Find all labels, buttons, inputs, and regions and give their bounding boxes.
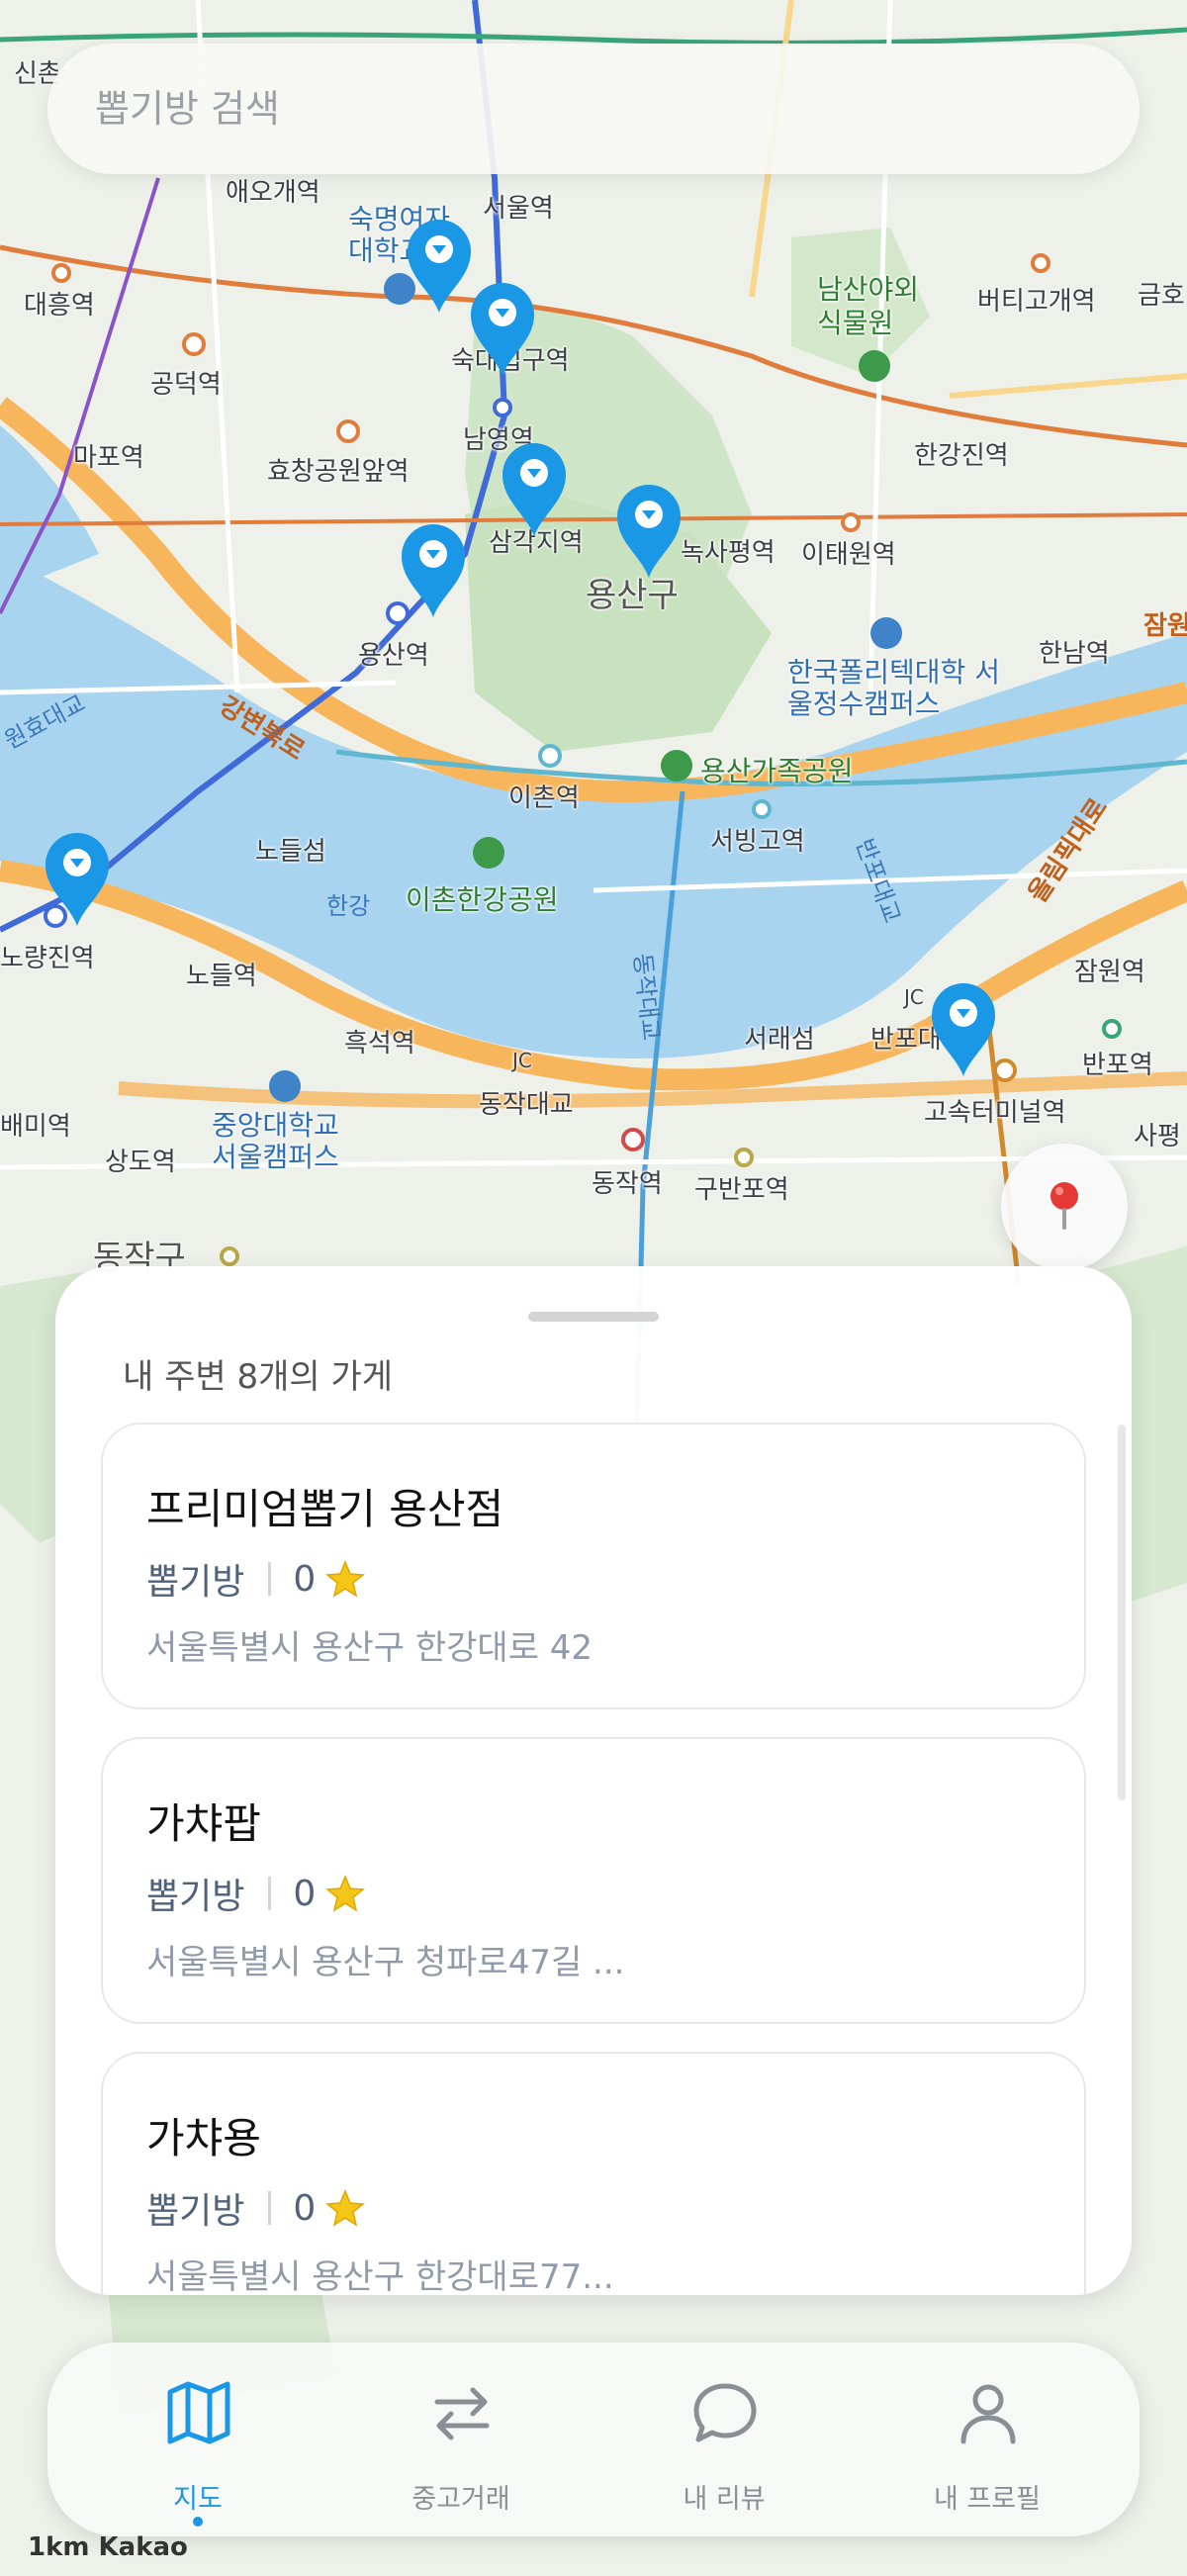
map-label-chungang: 중앙대학교 서울캠퍼스: [212, 1109, 339, 1173]
map-label-geumho: 금호: [1138, 281, 1185, 311]
map-label-beotigogae: 버티고개역: [977, 287, 1096, 317]
map-label-hangang: 한강: [326, 892, 371, 920]
nav-label-profile: 내 프로필: [934, 2484, 1041, 2515]
map-label-baemi: 배미역: [0, 1112, 71, 1142]
store-pin[interactable]: [42, 829, 113, 928]
map-label-hangangjin: 한강진역: [914, 441, 1009, 471]
star-icon: [325, 2189, 366, 2227]
store-address: 서울특별시 용산구 한강대로77...: [146, 2257, 614, 2295]
chat-bubble-icon: [693, 2383, 757, 2442]
sheet-title: 내 주변 8개의 가게: [123, 1357, 394, 1397]
map-label-express-terminal: 고속터미널역: [924, 1098, 1066, 1128]
store-address: 서울특별시 용산구 한강대로 42: [146, 1628, 594, 1668]
map-label-jamwon-top: 잠원: [1143, 611, 1187, 641]
map-label-gongdeok: 공덕역: [150, 370, 222, 400]
map-label-dongjak-bridge: 동작대교: [479, 1090, 574, 1120]
map-label-dongjak-station: 동작역: [592, 1169, 663, 1199]
sheet-drag-handle[interactable]: [528, 1312, 659, 1322]
map-label-noryangjin: 노량진역: [0, 944, 95, 973]
meta-divider: [268, 1562, 272, 1596]
map-label-sangdo: 상도역: [105, 1148, 176, 1177]
map-icon: [167, 2381, 230, 2444]
store-category: 뽑기방: [146, 2191, 245, 2232]
store-pin[interactable]: [467, 279, 538, 378]
store-card[interactable]: 가챠팝 뽑기방 0 서울특별시 용산구 청파로47길 ...: [101, 1737, 1086, 2024]
map-label-jc-1: JC: [512, 1049, 532, 1072]
store-card[interactable]: 프리미엄뽑기 용산점 뽑기방 0 서울특별시 용산구 한강대로 42: [101, 1423, 1086, 1709]
store-category: 뽑기방: [146, 1877, 245, 1917]
user-icon: [960, 2384, 1016, 2444]
bottom-navigation: 지도 중고거래 내 리뷰 내 프로필: [47, 2343, 1140, 2536]
map-label-yongsan-station: 용산역: [358, 641, 429, 671]
map-label-seoraeseom: 서래섬: [744, 1025, 815, 1055]
store-meta: 뽑기방 0: [146, 1553, 366, 1605]
map-label-namsan: 남산야외식물원: [817, 273, 920, 339]
map-label-seobinggo: 서빙고역: [710, 827, 805, 857]
store-category: 뽑기방: [146, 1562, 245, 1603]
store-card[interactable]: 가챠용 뽑기방 0 서울특별시 용산구 한강대로77...: [101, 2052, 1086, 2295]
scrollbar[interactable]: [1118, 1425, 1126, 1800]
map-label-family-park: 용산가족공원: [700, 755, 854, 787]
map-label-itaewon: 이태원역: [801, 540, 896, 570]
nav-label-trade: 중고거래: [411, 2484, 510, 2515]
exchange-icon: [434, 2387, 490, 2440]
store-list-sheet[interactable]: 내 주변 8개의 가게 프리미엄뽑기 용산점 뽑기방 0 서울특별시 용산구 한…: [55, 1266, 1132, 2295]
nav-tab-reviews[interactable]: 내 리뷰: [625, 2372, 823, 2521]
store-pin[interactable]: [499, 439, 570, 538]
map-label-seoul-station: 서울역: [483, 194, 554, 224]
map-label-ichon: 이촌역: [508, 783, 580, 813]
nav-tab-profile[interactable]: 내 프로필: [888, 2372, 1086, 2521]
store-meta: 뽑기방 0: [146, 1868, 366, 1919]
store-name: 가챠팝: [146, 1799, 261, 1848]
star-icon: [325, 1560, 366, 1598]
map-label-gubanpo: 구반포역: [694, 1175, 789, 1205]
map-label-polytech: 한국폴리텍대학 서울정수캠퍼스: [787, 656, 1000, 720]
nav-label-reviews: 내 리뷰: [683, 2484, 766, 2515]
store-name: 가챠용: [146, 2114, 261, 2162]
store-pin[interactable]: [404, 216, 475, 315]
map-label-ichon-park: 이촌한강공원: [406, 883, 559, 916]
store-pin[interactable]: [613, 481, 685, 580]
map-scale-attribution: 1km Kakao: [28, 2532, 188, 2562]
search-input[interactable]: [93, 86, 1140, 132]
map-label-nodeul: 노들역: [186, 962, 257, 991]
star-icon: [325, 1875, 366, 1912]
map-label-jamwon: 잠원역: [1074, 958, 1145, 987]
map-label-sapyeong: 사평: [1134, 1122, 1181, 1151]
nav-label-map: 지도: [173, 2484, 223, 2515]
map-label-banpo-station: 반포역: [1082, 1051, 1153, 1080]
store-rating: 0: [293, 1558, 317, 1600]
map-label-noksapyeong: 녹사평역: [681, 538, 776, 568]
nav-tab-map[interactable]: 지도: [99, 2372, 297, 2527]
map-label-heukseok: 흑석역: [344, 1029, 415, 1058]
map-label-mapo: 마포역: [73, 443, 144, 473]
map-label-aeogae: 애오개역: [226, 178, 320, 208]
store-name: 프리미엄뽑기 용산점: [146, 1485, 504, 1533]
map-label-daeheung: 대흥역: [24, 291, 95, 321]
meta-divider: [268, 1877, 272, 1910]
store-pin[interactable]: [398, 520, 469, 619]
store-rating: 0: [293, 1873, 317, 1914]
store-rating: 0: [293, 2187, 317, 2229]
map-label-jc-2: JC: [904, 985, 924, 1009]
meta-divider: [268, 2191, 272, 2225]
map-label-nodeulseom: 노들섬: [255, 837, 326, 867]
my-location-button[interactable]: [1001, 1144, 1128, 1270]
search-bar[interactable]: [47, 44, 1140, 174]
nav-tab-trade[interactable]: 중고거래: [362, 2372, 560, 2521]
active-indicator-dot: [193, 2517, 203, 2527]
store-address: 서울특별시 용산구 청파로47길 ...: [146, 1943, 625, 1982]
store-meta: 뽑기방 0: [146, 2182, 366, 2234]
location-pin-icon: [1050, 1182, 1078, 1230]
store-pin[interactable]: [928, 979, 999, 1078]
map-label-hannam: 한남역: [1039, 639, 1110, 669]
map-label-hyochang: 효창공원앞역: [267, 457, 410, 487]
